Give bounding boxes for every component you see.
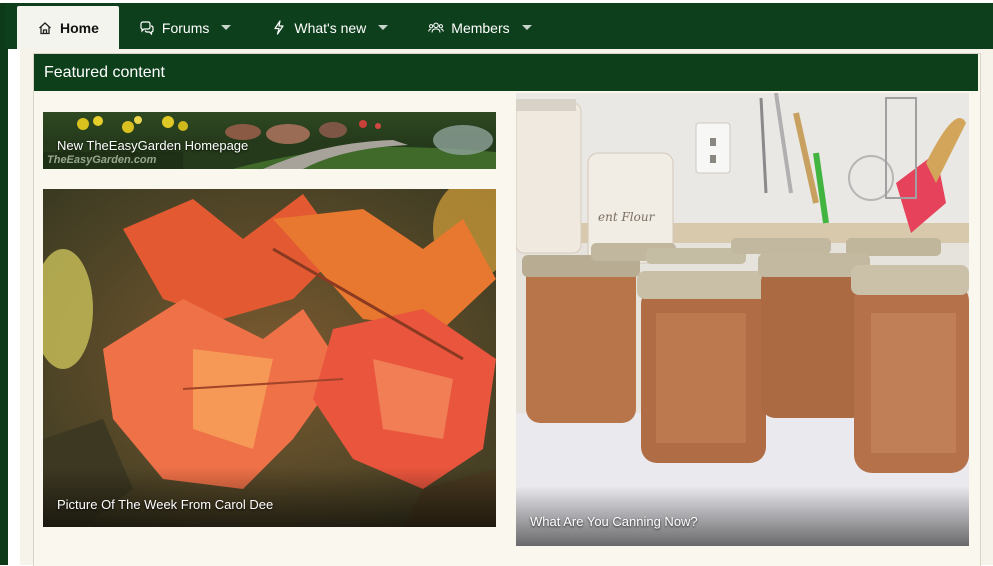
featured-item-picture-of-week[interactable]: Picture Of The Week From Carol Dee <box>43 189 496 527</box>
chevron-down-icon[interactable] <box>221 25 232 30</box>
chevron-down-icon[interactable] <box>378 25 389 30</box>
tab-whats-new[interactable]: What's new <box>251 6 408 49</box>
canning-jars-image: ent Flour <box>516 93 969 546</box>
featured-item-homepage[interactable]: TheEasyGarden.com New TheEasyGarden Home… <box>43 112 496 169</box>
chevron-down-icon[interactable] <box>521 25 532 30</box>
tab-members-label: Members <box>451 19 510 36</box>
members-icon <box>428 20 445 36</box>
tab-forums-label: Forums <box>161 19 210 36</box>
featured-item-homepage-caption: New TheEasyGarden Homepage <box>57 138 249 153</box>
featured-content-title: Featured content <box>44 63 165 81</box>
main-nav: Home Forums What's new Members <box>17 6 552 49</box>
tab-forums[interactable]: Forums <box>119 6 251 49</box>
jar-label-text: ent Flour <box>598 210 656 224</box>
tab-home-label: Home <box>60 19 99 36</box>
tab-home[interactable]: Home <box>17 6 119 49</box>
tab-members[interactable]: Members <box>408 6 551 49</box>
forums-icon <box>139 20 155 36</box>
featured-item-canning[interactable]: ent Flour What Are You Canning Now? <box>516 93 969 546</box>
tab-whats-new-label: What's new <box>294 19 367 36</box>
featured-content-header: Featured content <box>34 54 978 91</box>
featured-item-picture-of-week-caption: Picture Of The Week From Carol Dee <box>57 497 274 512</box>
home-icon <box>37 20 53 36</box>
lightning-icon <box>271 20 287 36</box>
featured-item-canning-caption: What Are You Canning Now? <box>530 514 698 529</box>
top-navigation-bar: Home Forums What's new Members <box>5 3 993 49</box>
site-logo-watermark: TheEasyGarden.com <box>47 154 157 166</box>
